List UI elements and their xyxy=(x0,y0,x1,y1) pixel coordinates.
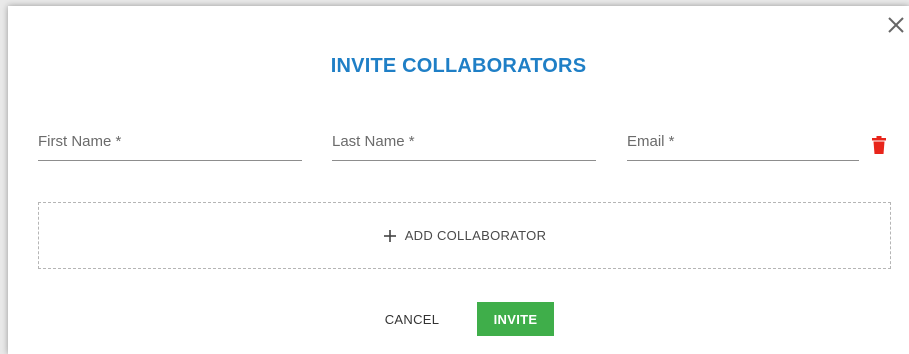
close-icon xyxy=(888,17,904,33)
email-input[interactable] xyxy=(627,123,859,160)
add-collaborator-label: ADD COLLABORATOR xyxy=(404,228,547,243)
last-name-field xyxy=(332,123,596,161)
add-collaborator-content: ADD COLLABORATOR xyxy=(383,228,547,243)
first-name-field xyxy=(38,123,302,161)
last-name-input[interactable] xyxy=(332,123,596,160)
close-button[interactable] xyxy=(885,14,907,36)
first-name-input[interactable] xyxy=(38,123,302,160)
trash-icon xyxy=(872,136,886,154)
cancel-button[interactable]: CANCEL xyxy=(374,302,450,336)
add-collaborator-button[interactable]: ADD COLLABORATOR xyxy=(38,202,891,269)
email-field xyxy=(627,123,859,161)
dialog-title: INVITE COLLABORATORS xyxy=(330,55,587,77)
invite-button[interactable]: INVITE xyxy=(477,302,554,336)
delete-row-button[interactable] xyxy=(872,136,886,154)
invite-collaborators-dialog: INVITE COLLABORATORS ADD COLLABORATOR CA… xyxy=(8,6,909,354)
plus-icon xyxy=(383,229,396,242)
